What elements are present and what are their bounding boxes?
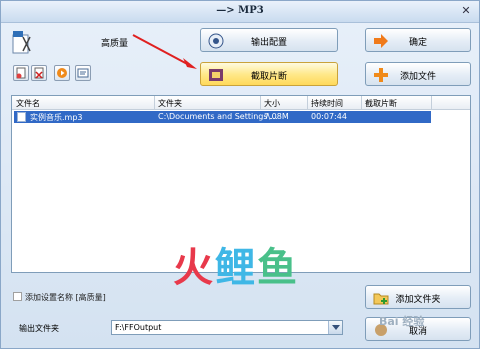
- cell-size: 7.08M: [264, 112, 289, 121]
- annotation-arrow: [132, 34, 197, 69]
- column-header-duration[interactable]: 持续时间: [311, 98, 343, 109]
- play-button[interactable]: [54, 65, 70, 81]
- output-folder-select[interactable]: F:\FFOutput: [111, 320, 343, 335]
- title-bar: —> MP3 ✕: [1, 1, 479, 23]
- watermark-logo: 火鲤鱼: [173, 245, 299, 291]
- confirm-button[interactable]: 确定: [365, 28, 471, 52]
- quality-label: 高质量: [101, 39, 129, 49]
- cell-name: 实例音乐.mp3: [30, 113, 83, 122]
- cell-duration: 00:07:44: [311, 112, 347, 121]
- add-setting-name-label: 添加设置名称 [高质量]: [25, 293, 106, 302]
- output-config-button[interactable]: 输出配置: [200, 28, 338, 52]
- info-icon: [77, 68, 89, 78]
- table-row[interactable]: 实例音乐.mp3 C:\Documents and Settings\... 7…: [14, 111, 431, 123]
- audio-file-icon: [17, 112, 26, 122]
- chevron-down-icon[interactable]: [328, 321, 342, 334]
- add-folder-button[interactable]: 添加文件夹: [365, 285, 471, 309]
- column-header-folder[interactable]: 文件夹: [158, 98, 182, 109]
- column-header-clip[interactable]: 截取片断: [365, 98, 397, 109]
- new-icon: [16, 67, 26, 79]
- info-button[interactable]: [75, 65, 91, 81]
- close-icon[interactable]: ✕: [459, 4, 473, 18]
- delete-icon: [34, 67, 44, 79]
- column-header-size[interactable]: 大小: [264, 98, 280, 109]
- add-setting-name-checkbox[interactable]: [13, 292, 22, 301]
- clip-button[interactable]: 截取片断: [200, 62, 338, 86]
- new-button[interactable]: [13, 65, 29, 81]
- output-folder-label: 输出文件夹: [19, 324, 59, 333]
- window-title: —> MP3: [216, 5, 264, 16]
- delete-button[interactable]: [31, 65, 47, 81]
- add-file-button[interactable]: 添加文件: [365, 62, 471, 86]
- column-header-name[interactable]: 文件名: [16, 98, 40, 109]
- file-list-header: 文件名 文件夹 大小 持续时间 截取片断: [12, 96, 470, 110]
- play-icon: [57, 68, 67, 78]
- dialog-window: —> MP3 ✕ 高质量 输出配置 确定 截取片断 添加文件 文件名 文件夹 大…: [0, 0, 480, 349]
- format-icon: [11, 29, 33, 55]
- cell-folder: C:\Documents and Settings\...: [158, 112, 278, 121]
- baidu-watermark: Bai 经验: [379, 315, 425, 328]
